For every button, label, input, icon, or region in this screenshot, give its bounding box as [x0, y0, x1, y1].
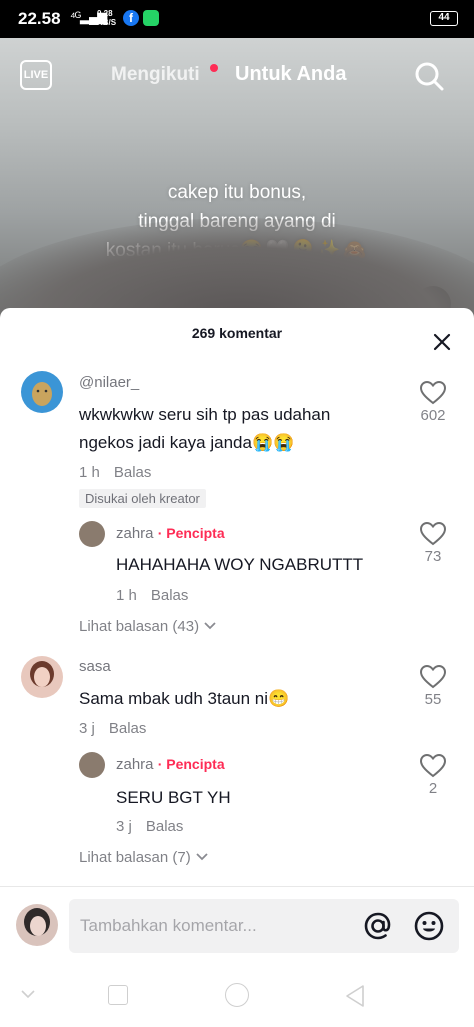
emoji-icon[interactable]: [413, 910, 445, 942]
close-icon[interactable]: [432, 332, 452, 352]
comment-time: 1 h: [79, 464, 100, 481]
like-button[interactable]: 73: [413, 522, 453, 565]
liked-by-creator-badge: Disukai oleh kreator: [79, 489, 206, 508]
avatar[interactable]: [21, 371, 63, 413]
comment-text: Sama mbak udh 3taun ni😁: [79, 689, 290, 708]
view-replies-button[interactable]: Lihat balasan (7): [79, 849, 209, 866]
avatar-image: [24, 908, 50, 936]
reply-button[interactable]: Balas: [114, 464, 152, 481]
network-speed-value: 0.28: [97, 9, 113, 18]
nav-recents-icon[interactable]: [108, 985, 128, 1005]
reply-button[interactable]: Balas: [151, 587, 189, 604]
search-icon[interactable]: [413, 60, 445, 92]
status-time: 22.58: [18, 9, 61, 28]
comments-count-title: 269 komentar: [191, 325, 283, 341]
like-count: 602: [420, 407, 446, 424]
video-player[interactable]: LIVE Mengikuti Untuk Anda cakep itu bonu…: [0, 38, 474, 328]
reply-text: HAHAHAHA WOY NGABRUTTT: [116, 555, 364, 574]
video-caption: cakep itu bonus, tinggal bareng ayang di…: [60, 178, 414, 265]
reply-username[interactable]: zahra · Pencipta: [116, 756, 225, 773]
network-speed: 0.28 KB/S: [97, 9, 116, 27]
view-replies-label: Lihat balasan (7): [79, 849, 191, 866]
like-button[interactable]: 55: [413, 665, 453, 708]
reply-time: 1 h: [116, 587, 137, 604]
facebook-icon: f: [123, 10, 139, 26]
chevron-down-icon: [196, 853, 208, 861]
battery-icon: 44: [430, 11, 458, 26]
reply-username-text: zahra: [116, 525, 154, 542]
status-bar: 22.58 ⁴ᴳ▂▄▆ 0.28 KB/S f 44: [0, 0, 474, 38]
comment-time: 3 j: [79, 720, 95, 737]
like-count: 55: [424, 691, 442, 708]
divider: [0, 886, 474, 887]
tab-for-you[interactable]: Untuk Anda: [235, 63, 346, 86]
comment-input[interactable]: Tambahkan komentar...: [69, 899, 459, 953]
reply-text: SERU BGT YH: [116, 788, 231, 807]
like-count: 73: [424, 548, 442, 565]
caption-line: kostan itu harus😭🤍🫠✨🙈: [60, 236, 414, 265]
heart-icon: [420, 754, 446, 778]
reply-time: 3 j: [116, 818, 132, 835]
reply-username-text: zahra: [116, 756, 154, 773]
comment-text-line: ngekos jadi kaya janda😭😭: [79, 433, 295, 452]
avatar[interactable]: [79, 521, 105, 547]
heart-icon: [420, 381, 446, 405]
avatar-image: [30, 661, 54, 687]
like-button[interactable]: 602: [413, 381, 453, 424]
comment-meta: 3 j Balas: [79, 720, 146, 737]
reply-button[interactable]: Balas: [146, 818, 184, 835]
mention-icon[interactable]: [362, 910, 394, 942]
nav-back-icon[interactable]: [344, 984, 366, 1008]
heart-icon: [420, 665, 446, 689]
caption-line: cakep itu bonus,: [167, 182, 307, 203]
caption-text: kostan itu harus: [105, 240, 240, 261]
like-button[interactable]: 2: [413, 754, 453, 797]
user-avatar: [16, 904, 58, 946]
live-icon[interactable]: LIVE: [20, 60, 52, 90]
view-replies-label: Lihat balasan (43): [79, 618, 200, 635]
nav-down-icon[interactable]: [20, 988, 36, 1000]
comment-text: wkwkwkw seru sih tp pas udahan ngekos ja…: [79, 401, 330, 457]
avatar[interactable]: [21, 656, 63, 698]
nav-home-icon[interactable]: [225, 983, 249, 1007]
network-speed-unit: KB/S: [97, 18, 117, 27]
caption-emojis: 😭🤍🫠✨🙈: [239, 240, 369, 261]
comment-input-placeholder: Tambahkan komentar...: [80, 916, 257, 935]
tab-following[interactable]: Mengikuti: [111, 64, 200, 86]
reply-meta: 1 h Balas: [116, 587, 188, 604]
comment-username[interactable]: @nilaer_: [79, 374, 139, 391]
avatar-image: [32, 382, 52, 406]
creator-tag: · Pencipta: [157, 756, 225, 772]
view-replies-button[interactable]: Lihat balasan (43): [79, 618, 217, 635]
comment-username[interactable]: sasa: [79, 658, 111, 675]
caption-line: tinggal bareng ayang di: [138, 211, 336, 232]
comment-text-line: wkwkwkw seru sih tp pas udahan: [79, 405, 331, 424]
reply-button[interactable]: Balas: [109, 720, 147, 737]
comment-meta: 1 h Balas: [79, 464, 151, 481]
creator-tag: · Pencipta: [157, 525, 225, 541]
whatsapp-icon: [143, 10, 159, 26]
like-count: 2: [428, 780, 438, 797]
notification-dot: [210, 64, 218, 72]
heart-icon: [420, 522, 446, 546]
avatar[interactable]: [79, 752, 105, 778]
chevron-down-icon: [204, 622, 216, 630]
reply-username[interactable]: zahra · Pencipta: [116, 525, 225, 542]
reply-meta: 3 j Balas: [116, 818, 183, 835]
